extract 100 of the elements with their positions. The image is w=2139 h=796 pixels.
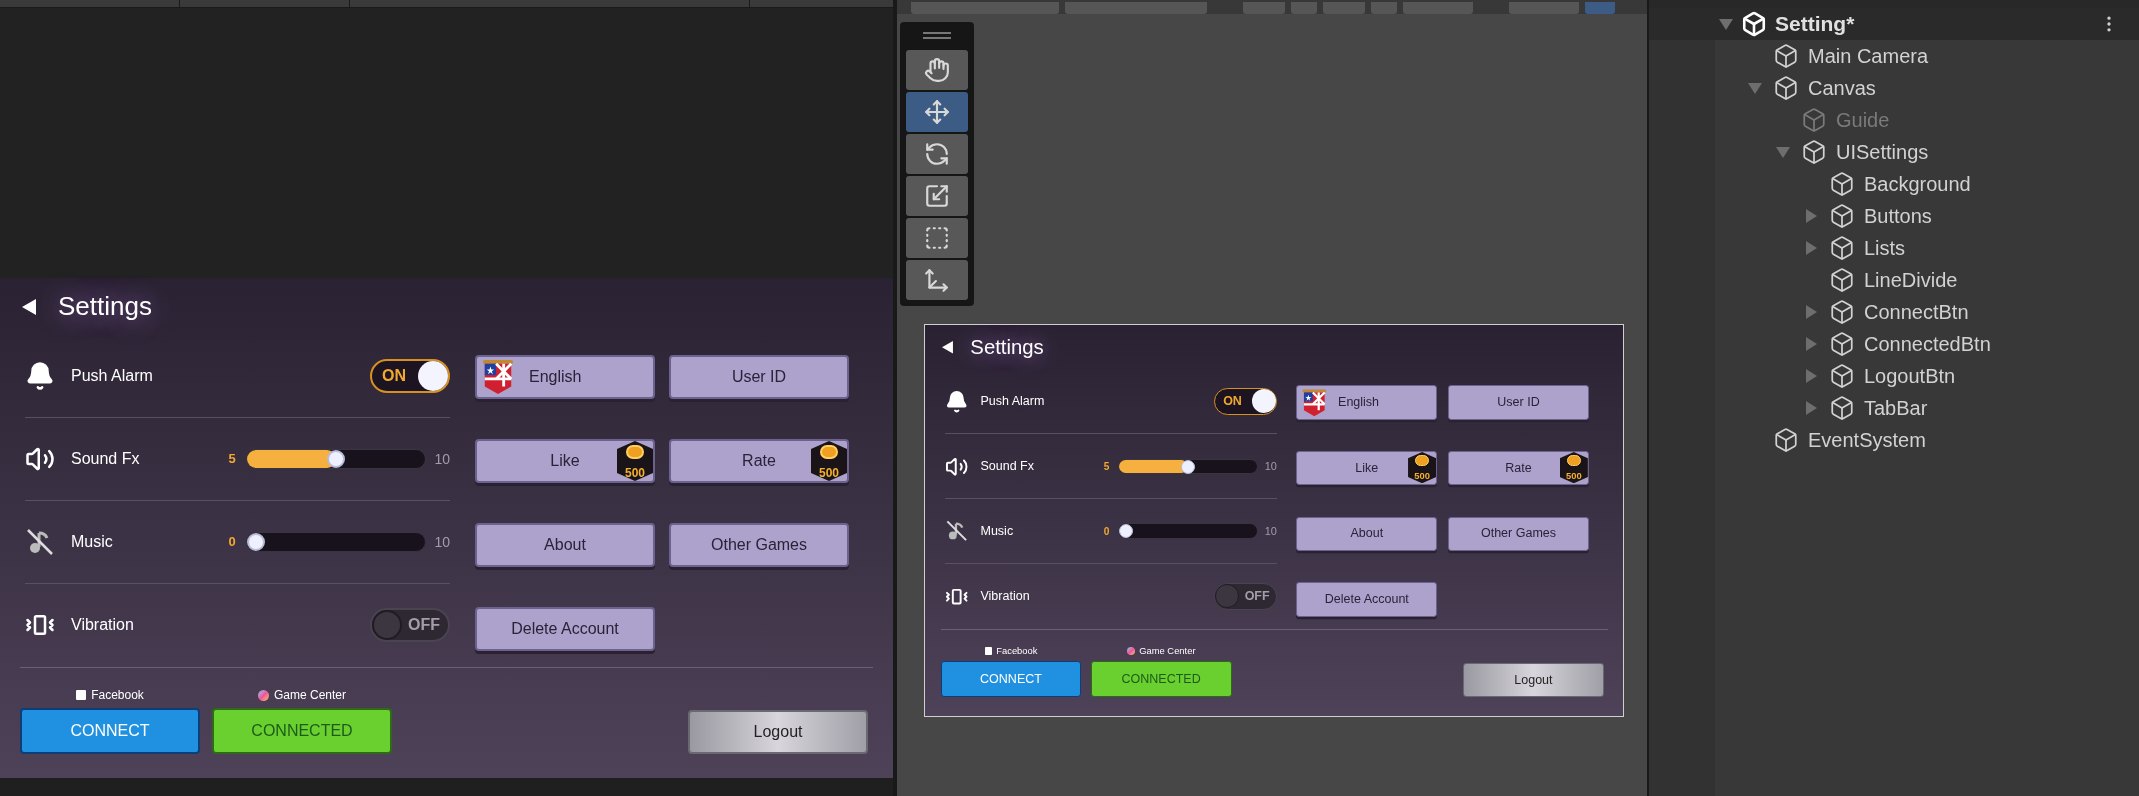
- hierarchy-item[interactable]: LogoutBtn: [1829, 361, 1956, 391]
- rect-icon: [924, 225, 950, 251]
- facebook-icon: [76, 690, 87, 700]
- hierarchy-item[interactable]: TabBar: [1829, 393, 1928, 423]
- bell-icon: [25, 361, 55, 391]
- slider-track[interactable]: [246, 532, 427, 552]
- panel-title: Settings: [58, 290, 152, 323]
- menu-button[interactable]: English: [475, 355, 655, 399]
- slider-value: 5: [1103, 459, 1111, 474]
- rotate-icon: [924, 141, 950, 167]
- cube-icon: [1829, 395, 1855, 421]
- hierarchy-item[interactable]: Background: [1829, 169, 1971, 199]
- hierarchy-item[interactable]: ConnectedBtn: [1829, 329, 1991, 359]
- back-arrow-icon[interactable]: [942, 341, 954, 354]
- slider-max: 10: [434, 532, 450, 552]
- slider-value: 0: [228, 533, 237, 552]
- hierarchy-item[interactable]: Canvas: [1773, 73, 1876, 103]
- expanded-arrow-icon[interactable]: [1719, 17, 1733, 31]
- cube-icon: [1773, 75, 1799, 101]
- setting-label: Vibration: [71, 615, 135, 636]
- transform-icon: [924, 267, 950, 293]
- slider-track[interactable]: [1117, 458, 1259, 475]
- hierarchy-item[interactable]: ConnectBtn: [1829, 297, 1969, 327]
- reward-amount: 500: [1414, 472, 1430, 482]
- cube-icon: [1829, 267, 1855, 293]
- toggle-switch[interactable]: OFF: [370, 608, 450, 643]
- tool-button[interactable]: [906, 218, 968, 258]
- cube-icon: [1829, 203, 1855, 229]
- move-icon: [924, 99, 950, 125]
- account-label: Game Center: [1139, 645, 1196, 659]
- toggle-switch[interactable]: ON: [1214, 388, 1277, 415]
- account-label: Facebook: [91, 687, 144, 704]
- coin-icon: [1415, 455, 1430, 466]
- menu-button[interactable]: Rate 500: [1448, 450, 1589, 486]
- tool-button[interactable]: [906, 176, 968, 216]
- slider-value: 5: [228, 450, 237, 469]
- slider-track[interactable]: [246, 449, 427, 469]
- menu-button[interactable]: User ID: [669, 355, 849, 399]
- tool-button[interactable]: [906, 260, 968, 300]
- cube-icon: [1829, 171, 1855, 197]
- cube-icon: [1801, 107, 1827, 133]
- reward-amount: 500: [819, 467, 839, 479]
- setting-label: Sound Fx: [71, 449, 141, 469]
- menu-button[interactable]: English: [1296, 385, 1438, 420]
- menu-button[interactable]: Other Games: [1448, 516, 1589, 551]
- scale-icon: [924, 183, 950, 209]
- cube-icon: [1829, 235, 1855, 261]
- hand-icon: [924, 57, 950, 83]
- bell-icon: [944, 389, 968, 414]
- slider-max: 10: [434, 449, 450, 469]
- hierarchy-item[interactable]: Main Camera: [1773, 41, 1929, 71]
- panel-title: Settings: [970, 335, 1044, 361]
- menu-button[interactable]: Other Games: [669, 523, 849, 567]
- facebook-icon: [984, 647, 993, 655]
- muted-music-icon: [944, 519, 968, 543]
- slider-thumb[interactable]: [1118, 524, 1133, 539]
- slider-max: 10: [1264, 523, 1277, 539]
- menu-button[interactable]: Delete Account: [1296, 582, 1438, 617]
- tool-button[interactable]: [906, 50, 968, 90]
- toggle-switch[interactable]: OFF: [1214, 583, 1277, 610]
- menu-button[interactable]: Rate 500: [669, 439, 849, 483]
- flag-icon: [1300, 387, 1328, 418]
- tool-button[interactable]: [906, 134, 968, 174]
- game-center-icon: [1126, 646, 1136, 656]
- toggle-switch[interactable]: ON: [370, 359, 450, 393]
- reward-amount: 500: [1565, 472, 1582, 482]
- hierarchy-item[interactable]: EventSystem: [1773, 425, 1926, 455]
- menu-button[interactable]: Like 500: [475, 439, 655, 483]
- slider-thumb[interactable]: [1181, 459, 1196, 474]
- tool-button[interactable]: [906, 92, 968, 132]
- account-label: Game Center: [274, 687, 346, 704]
- muted-music-icon: [25, 527, 55, 557]
- menu-button[interactable]: Delete Account: [475, 607, 655, 651]
- flag-icon: [481, 358, 515, 396]
- coin-icon: [626, 445, 644, 459]
- hierarchy-item[interactable]: UISettings: [1801, 137, 1929, 167]
- logout-button[interactable]: Logout: [688, 710, 868, 754]
- slider-value: 0: [1103, 524, 1111, 539]
- hierarchy-item[interactable]: Lists: [1829, 233, 1906, 263]
- menu-button[interactable]: About: [475, 523, 655, 567]
- hierarchy-item[interactable]: LineDivide: [1829, 265, 1958, 295]
- account-label: Facebook: [996, 645, 1038, 659]
- setting-label: Vibration: [980, 588, 1031, 606]
- coin-icon: [820, 445, 838, 459]
- game-center-icon: [258, 689, 269, 701]
- cube-icon: [1801, 139, 1827, 165]
- logout-button[interactable]: Logout: [1463, 662, 1604, 698]
- menu-button[interactable]: Like 500: [1296, 450, 1438, 486]
- cube-icon: [1773, 43, 1799, 69]
- menu-button[interactable]: About: [1296, 516, 1438, 551]
- account-button[interactable]: CONNECTED: [212, 708, 392, 754]
- slider-max: 10: [1264, 459, 1277, 475]
- menu-button[interactable]: User ID: [1448, 385, 1589, 420]
- slider-thumb[interactable]: [247, 533, 266, 551]
- slider-thumb[interactable]: [327, 450, 346, 468]
- hierarchy-item[interactable]: Buttons: [1829, 201, 1932, 231]
- back-arrow-icon[interactable]: [22, 298, 36, 315]
- slider-track[interactable]: [1117, 523, 1259, 539]
- account-button[interactable]: CONNECTED: [1090, 661, 1232, 698]
- cube-icon: [1773, 427, 1799, 453]
